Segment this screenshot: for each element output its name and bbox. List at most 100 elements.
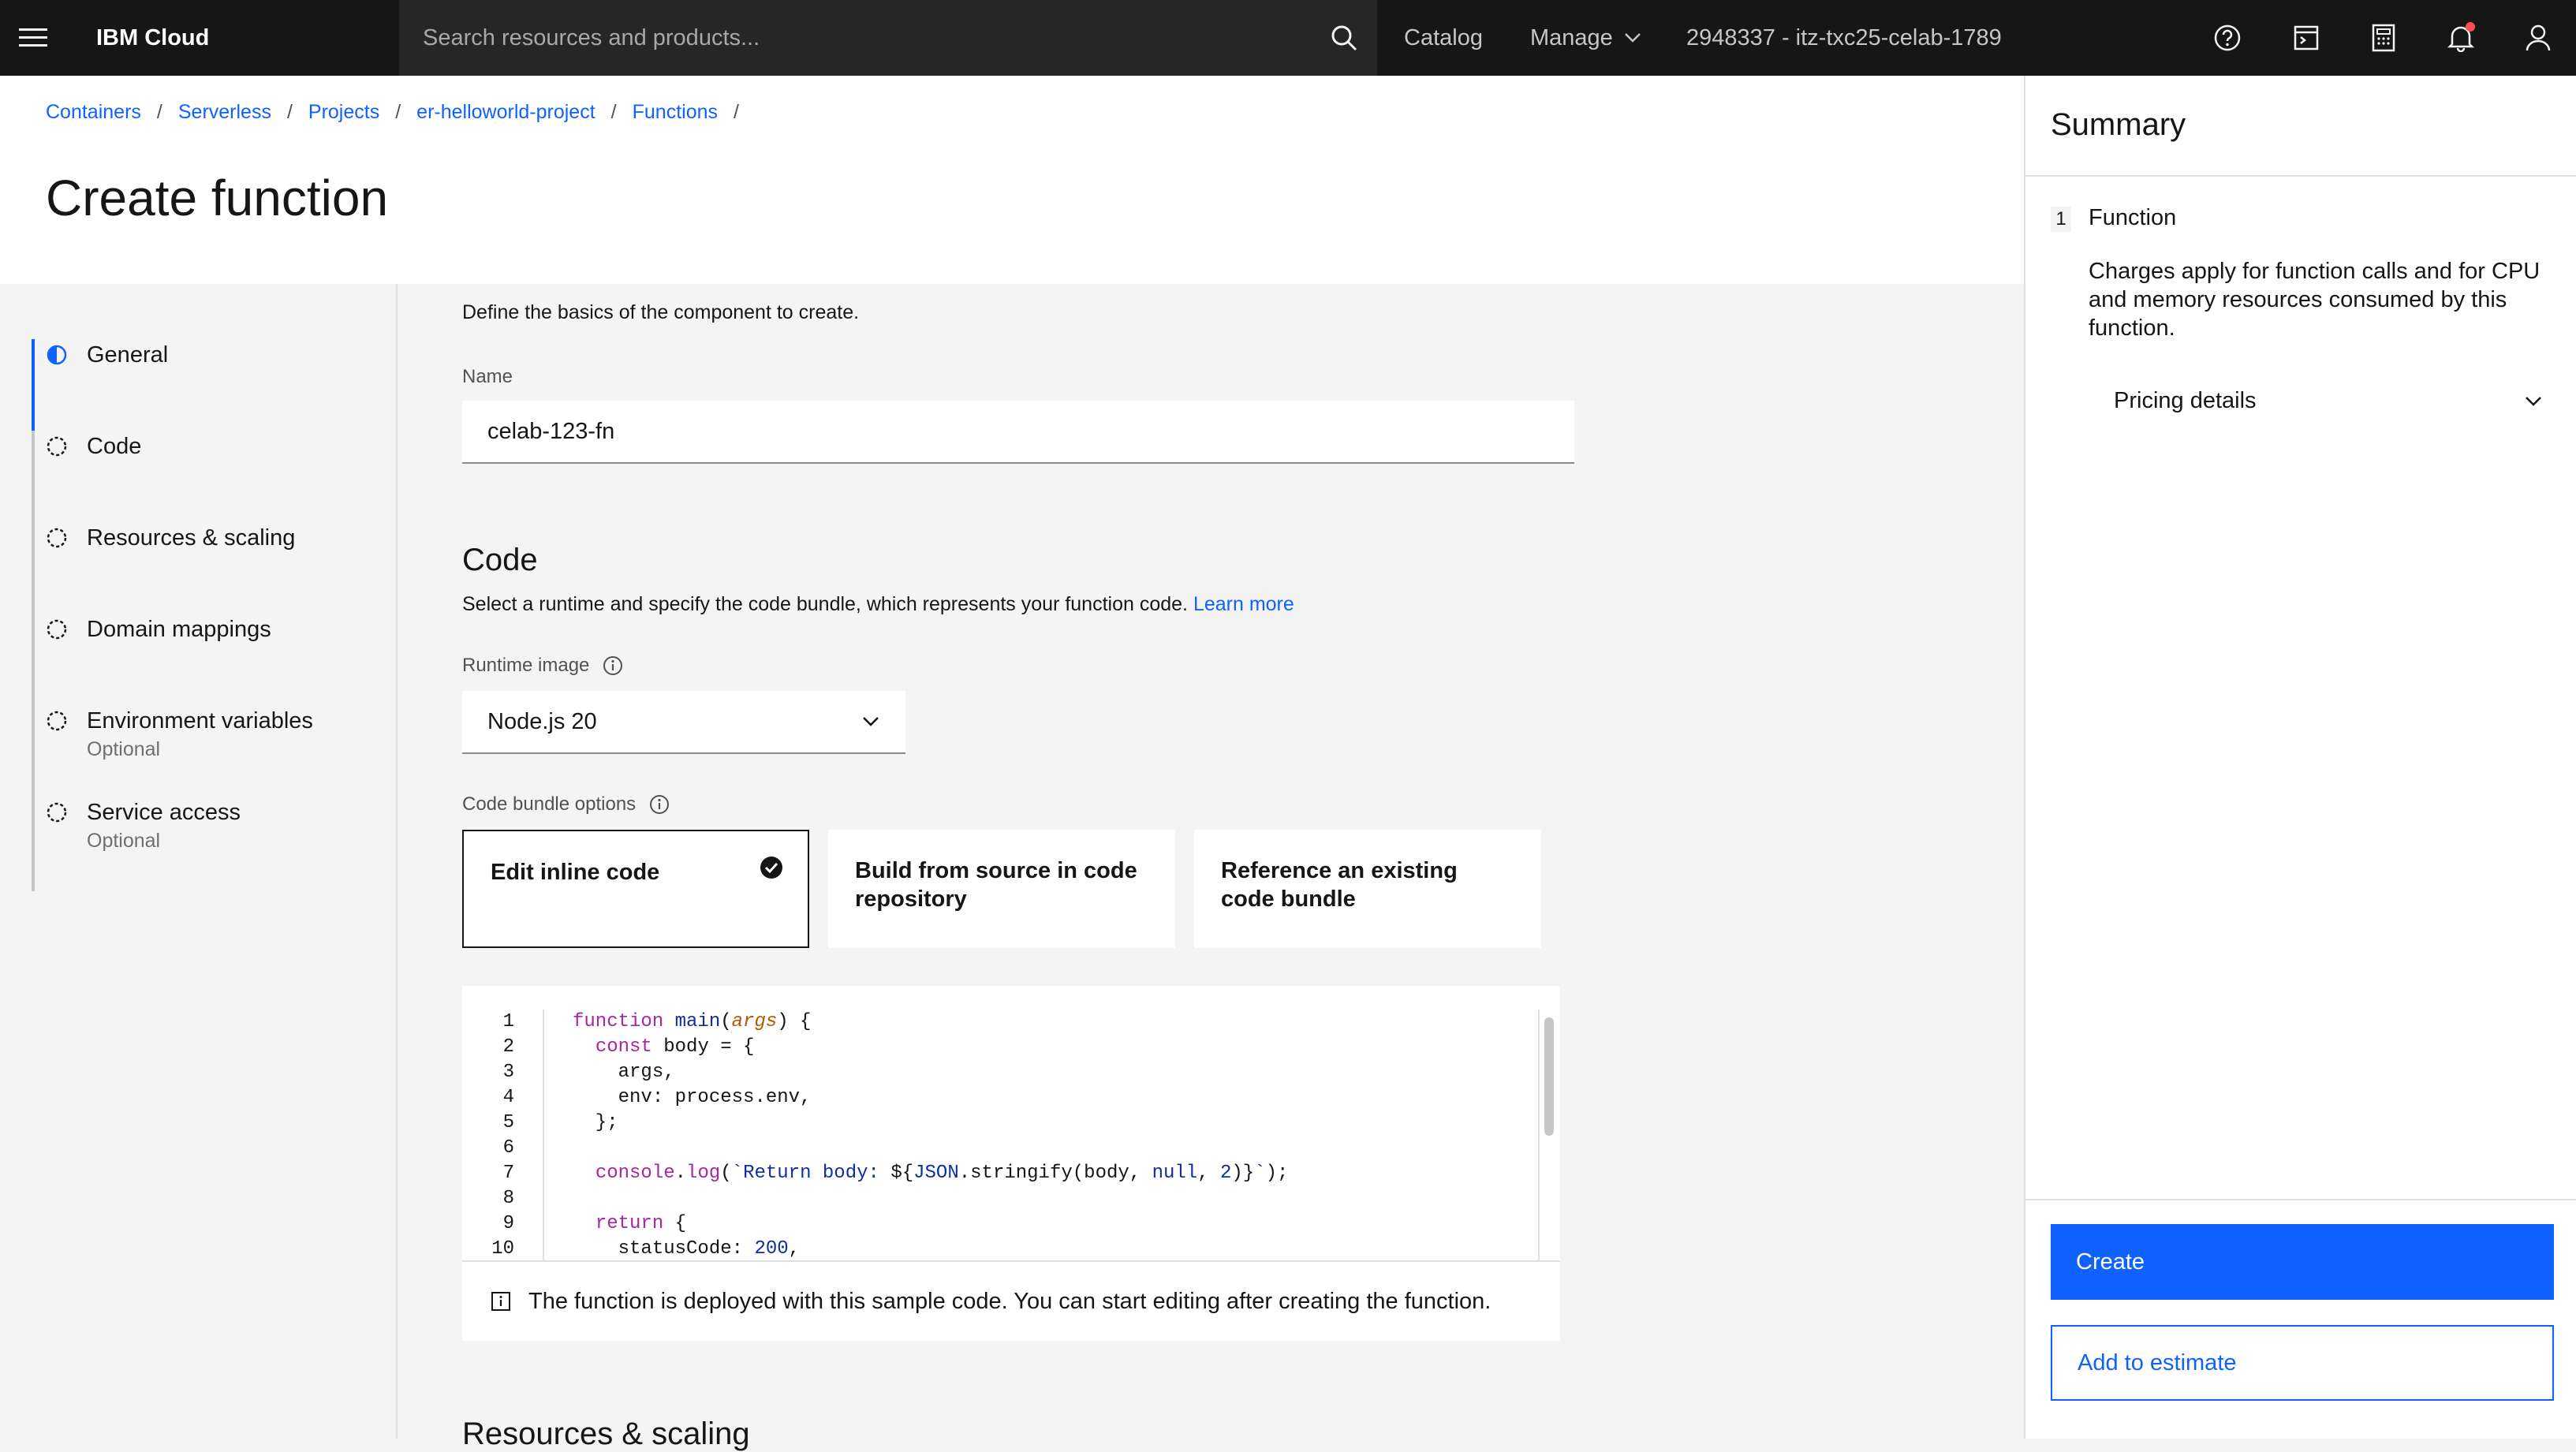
- top-header: IBM Cloud Catalog Manage 2948337 - itz-t…: [0, 0, 2576, 76]
- breadcrumb-projects[interactable]: Projects: [308, 101, 379, 124]
- manage-menu[interactable]: Manage: [1530, 0, 1641, 76]
- code-line: const body = {: [595, 1036, 755, 1058]
- tile-label: Edit inline code: [491, 860, 660, 885]
- info-icon[interactable]: [602, 655, 624, 677]
- step-service-access[interactable]: Service access Optional: [46, 798, 241, 853]
- add-to-estimate-button[interactable]: Add to estimate: [2051, 1325, 2554, 1401]
- pricing-label: Pricing details: [2114, 388, 2257, 413]
- runtime-dropdown[interactable]: Node.js 20: [462, 691, 905, 754]
- inline-notice: The function is deployed with this sampl…: [462, 1260, 1560, 1341]
- step-general[interactable]: General: [46, 341, 168, 369]
- breadcrumb-separator: /: [395, 101, 401, 123]
- info-icon[interactable]: [648, 793, 670, 816]
- progress-track-active: [32, 339, 35, 431]
- code-line: };: [573, 1112, 618, 1133]
- step-environment-variables[interactable]: Environment variables Optional: [46, 707, 313, 761]
- summary-title: Summary: [2051, 107, 2186, 142]
- tile-edit-inline-code[interactable]: Edit inline code: [462, 830, 809, 948]
- chevron-down-icon: [863, 717, 879, 726]
- line-number: 7: [502, 1163, 514, 1184]
- chevron-down-icon: [1624, 33, 1641, 43]
- manage-label: Manage: [1530, 25, 1613, 50]
- resources-heading: Resources & scaling: [462, 1417, 750, 1451]
- runtime-label: Runtime image: [462, 655, 590, 676]
- information-square-icon: [491, 1292, 510, 1311]
- code-description-text: Select a runtime and specify the code bu…: [462, 593, 1188, 615]
- code-heading: Code: [462, 543, 538, 577]
- help-icon[interactable]: [2208, 19, 2246, 57]
- general-intro: Define the basics of the component to cr…: [462, 301, 860, 323]
- notification-badge: [2466, 22, 2475, 32]
- step-label: Code: [87, 434, 142, 459]
- notice-text: The function is deployed with this sampl…: [528, 1288, 1491, 1314]
- breadcrumb-serverless[interactable]: Serverless: [178, 101, 271, 124]
- line-number: 2: [502, 1036, 514, 1058]
- step-label: Service access: [87, 800, 241, 825]
- tile-reference-bundle[interactable]: Reference an existing code bundle: [1194, 830, 1541, 948]
- tile-build-from-source[interactable]: Build from source in code repository: [828, 830, 1175, 948]
- code-line: return {: [595, 1213, 687, 1234]
- incomplete-circle-icon: [47, 528, 67, 548]
- pricing-details-accordion[interactable]: Pricing details: [2114, 388, 2543, 414]
- code-line: statusCode: 200,: [573, 1238, 801, 1260]
- page-title: Create function: [46, 170, 389, 226]
- calculator-icon[interactable]: [2365, 19, 2402, 57]
- search-input[interactable]: [423, 0, 1290, 76]
- catalog-label: Catalog: [1404, 25, 1483, 50]
- notification-icon[interactable]: [2442, 19, 2480, 57]
- create-button[interactable]: Create: [2051, 1224, 2554, 1300]
- breadcrumb-project[interactable]: er-helloworld-project: [416, 101, 595, 124]
- incomplete-circle-icon: [47, 711, 67, 731]
- breadcrumb-separator: /: [156, 101, 162, 123]
- name-label: Name: [462, 366, 513, 387]
- code-editor[interactable]: 1 2 3 4 5 6 7 8 9 10 function main(args)…: [462, 986, 1560, 1260]
- divider: [2025, 175, 2576, 177]
- line-number: 1: [502, 1011, 514, 1032]
- user-icon[interactable]: [2519, 19, 2557, 57]
- step-code[interactable]: Code: [46, 432, 141, 461]
- code-content[interactable]: function main(args) { const body = { arg…: [573, 1010, 1288, 1260]
- name-field[interactable]: [462, 401, 1574, 464]
- code-line: console.log(`Return body: ${JSON.stringi…: [595, 1163, 1289, 1184]
- runtime-value: Node.js 20: [487, 708, 597, 734]
- incomplete-circle-icon: [47, 436, 67, 457]
- line-number: 10: [491, 1238, 514, 1260]
- tile-label: Reference an existing code bundle: [1221, 858, 1458, 912]
- step-optional: Optional: [87, 738, 161, 760]
- line-number: 8: [502, 1188, 514, 1209]
- account-switcher[interactable]: 2948337 - itz-txc25-celab-1789: [1686, 0, 2002, 76]
- learn-more-link[interactable]: Learn more: [1193, 593, 1294, 615]
- line-number: 5: [502, 1112, 514, 1133]
- line-number: 3: [502, 1062, 514, 1083]
- step-label: General: [87, 342, 169, 368]
- half-circle-icon: [47, 345, 67, 365]
- search-icon[interactable]: [1325, 19, 1363, 57]
- bundle-label-row: Code bundle options: [462, 793, 670, 816]
- incomplete-circle-icon: [47, 619, 67, 640]
- brand-logo[interactable]: IBM Cloud: [96, 0, 209, 76]
- breadcrumb-containers[interactable]: Containers: [46, 101, 141, 124]
- catalog-link[interactable]: Catalog: [1404, 0, 1483, 76]
- breadcrumb-separator: /: [286, 101, 293, 123]
- editor-scroll-thumb[interactable]: [1544, 1017, 1554, 1136]
- step-label: Domain mappings: [87, 617, 271, 642]
- terminal-icon[interactable]: [2287, 19, 2325, 57]
- runtime-label-row: Runtime image: [462, 655, 624, 677]
- chevron-down-icon: [2526, 396, 2541, 406]
- breadcrumb: Containers / Serverless / Projects / er-hel…: [46, 101, 755, 124]
- step-resources-scaling[interactable]: Resources & scaling: [46, 524, 295, 552]
- summary-step-name: Function: [2089, 205, 2177, 230]
- code-line: function main(args) {: [573, 1011, 812, 1032]
- step-domain-mappings[interactable]: Domain mappings: [46, 615, 271, 644]
- checkmark-filled-icon: [760, 857, 782, 879]
- code-line: env: process.env,: [573, 1087, 812, 1108]
- bundle-label: Code bundle options: [462, 793, 637, 815]
- menu-icon[interactable]: [0, 0, 66, 76]
- summary-step-number: 1: [2051, 207, 2071, 232]
- gutter-divider: [543, 1010, 544, 1260]
- breadcrumb-functions[interactable]: Functions: [633, 101, 718, 124]
- search-bar: [399, 0, 1377, 76]
- tile-label: Build from source in code repository: [855, 858, 1137, 912]
